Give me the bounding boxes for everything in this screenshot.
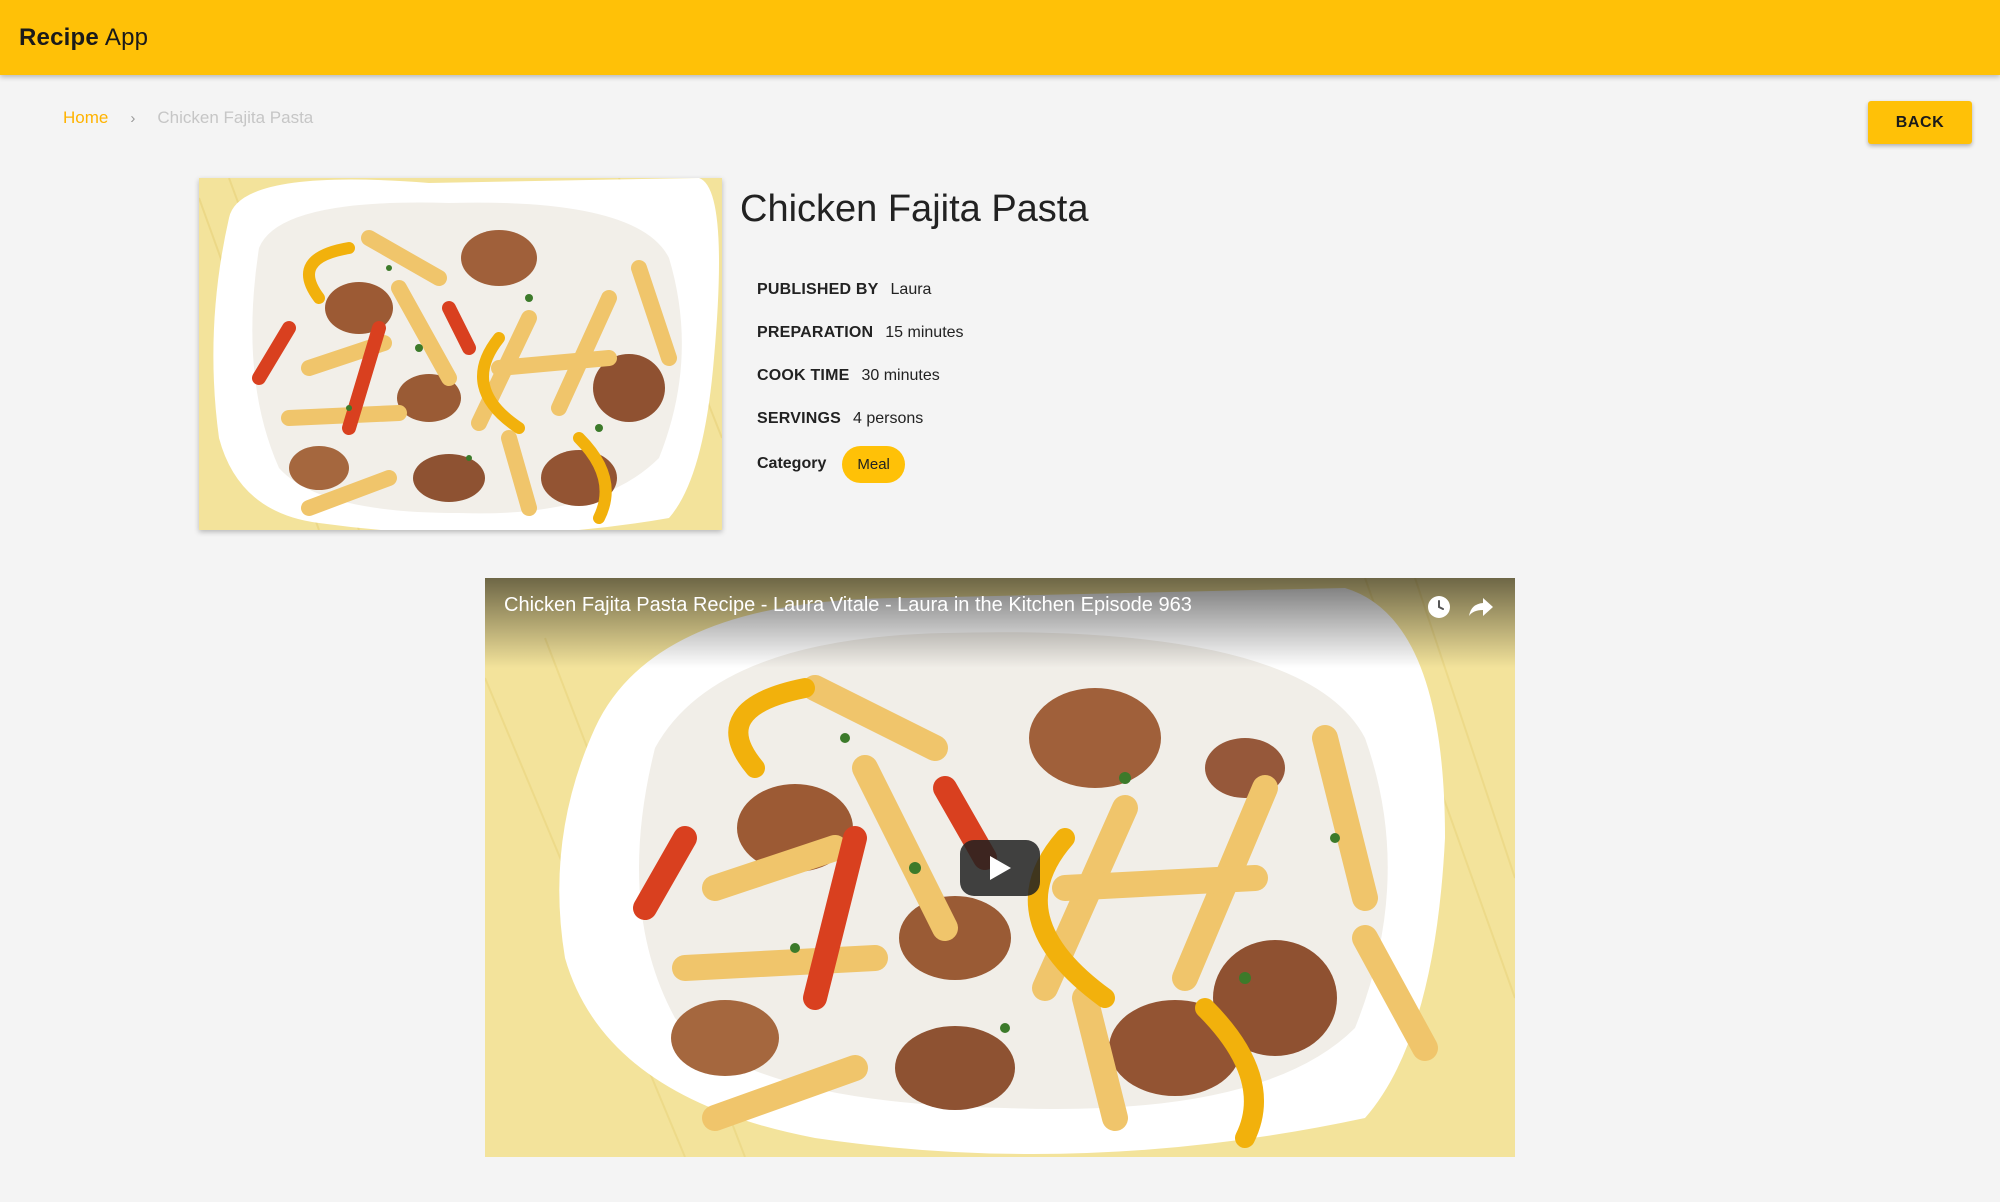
app-title[interactable]: Recipe App — [19, 24, 148, 52]
servings-value: 4 persons — [853, 409, 924, 427]
recipe-title: Chicken Fajita Pasta — [740, 188, 1089, 230]
preparation-label: PREPARATION — [757, 323, 874, 341]
cook-time-row: COOK TIME 30 minutes — [757, 354, 1257, 397]
breadcrumb: Home › Chicken Fajita Pasta — [63, 106, 313, 130]
app-title-bold: Recipe — [19, 23, 99, 51]
preparation-value: 15 minutes — [885, 323, 964, 341]
play-button[interactable] — [960, 840, 1040, 896]
video-top-overlay — [485, 578, 1515, 668]
app-title-light: App — [104, 23, 149, 51]
pasta-dish-illustration — [199, 178, 722, 530]
app-bar: Recipe App — [0, 0, 2000, 75]
breadcrumb-home-link[interactable]: Home — [63, 108, 108, 128]
servings-row: SERVINGS 4 persons — [757, 397, 1257, 440]
breadcrumb-current: Chicken Fajita Pasta — [157, 108, 314, 127]
clock-icon[interactable] — [1424, 592, 1454, 622]
category-row: Category Meal — [757, 444, 1257, 484]
servings-label: SERVINGS — [757, 409, 841, 427]
recipe-details: PUBLISHED BY Laura PREPARATION 15 minute… — [757, 268, 1257, 484]
play-icon — [990, 856, 1011, 880]
cook-time-label: COOK TIME — [757, 366, 850, 384]
breadcrumb-separator: › — [130, 109, 136, 127]
recipe-image — [199, 178, 722, 530]
category-chip[interactable]: Meal — [842, 445, 905, 483]
share-icon[interactable] — [1466, 592, 1496, 622]
back-button[interactable]: BACK — [1868, 101, 1972, 144]
preparation-row: PREPARATION 15 minutes — [757, 311, 1257, 354]
category-label: Category — [757, 455, 827, 472]
published-by-label: PUBLISHED BY — [757, 280, 879, 298]
video-player[interactable]: Chicken Fajita Pasta Recipe - Laura Vita… — [485, 578, 1515, 1157]
published-by-row: PUBLISHED BY Laura — [757, 268, 1257, 311]
video-title[interactable]: Chicken Fajita Pasta Recipe - Laura Vita… — [504, 594, 1192, 617]
cook-time-value: 30 minutes — [861, 366, 940, 384]
published-by-value: Laura — [890, 280, 932, 298]
